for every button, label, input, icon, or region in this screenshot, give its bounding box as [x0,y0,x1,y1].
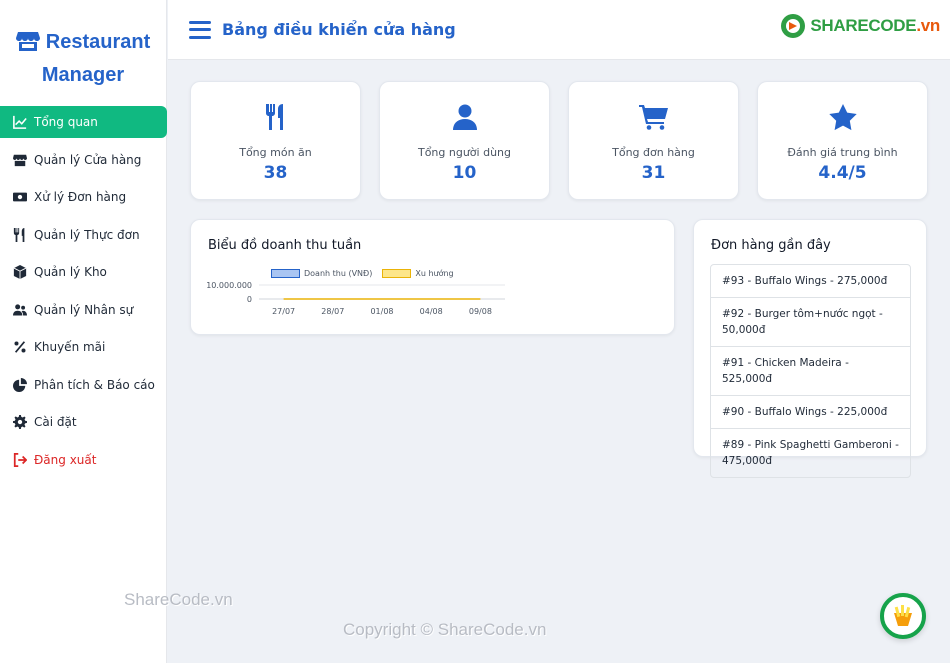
revenue-chart: 10.000.000 0 27/07 28/07 01/08 04/08 09/08 [206,281,505,316]
sidebar-item-label: Quản lý Thực đơn [34,227,140,242]
x-tick-label: 01/08 [370,307,393,316]
sidebar-item-label: Tổng quan [34,115,98,129]
watermark: ShareCode.vn [124,590,233,609]
y-tick-label: 0 [247,295,252,304]
fries-icon [894,605,912,626]
user-icon [380,102,549,132]
pie-chart-icon [12,377,28,393]
topbar: Bảng điều khiển cửa hàng SHARECODE.vn [168,0,950,60]
users-icon [12,302,28,318]
store-icon [15,30,40,56]
x-tick-label: 28/07 [321,307,344,316]
sidebar-item-pie-chart[interactable]: Phân tích & Báo cáo [0,369,167,401]
stat-label: Tổng người dùng [417,146,512,159]
order-list-item[interactable]: #91 - Chicken Madeira - 525,000đ [711,347,910,396]
x-tick-label: 04/08 [420,307,443,316]
cart-icon [569,102,738,132]
sidebar-item-label: Khuyến mãi [34,340,106,354]
utensils-icon [12,227,28,243]
stat-value: 4.4/5 [818,163,867,183]
stat-card-rating: Đánh giá trung bình 4.4/5 [757,81,928,200]
sharecode-logo-icon [781,14,806,38]
sidebar-item-box[interactable]: Quản lý Kho [0,256,167,288]
stat-value: 38 [263,163,288,183]
sidebar-item-label: Đăng xuất [34,452,97,467]
sidebar-item-chart-line[interactable]: Tổng quan [0,106,167,138]
sidebar-item-label: Quản lý Kho [34,265,107,279]
order-list-item[interactable]: #89 - Pink Spaghetti Gamberoni - 475,000… [711,429,910,477]
stat-value: 10 [452,163,477,183]
page-title: Bảng điều khiển cửa hàng [222,20,456,39]
brand-subtitle: Manager [41,64,125,86]
x-tick-label: 09/08 [469,307,492,316]
sidebar-item-label: Quản lý Nhân sự [34,302,134,317]
stat-label: Tổng đơn hàng [612,146,695,159]
gear-icon [12,414,28,430]
logout-icon [12,452,28,468]
stat-label: Tổng món ăn [239,146,312,159]
sidebar-item-money-bill[interactable]: Xử lý Đơn hàng [0,181,167,213]
order-list-item[interactable]: #92 - Burger tôm+nước ngọt - 50,000đ [711,298,910,347]
sidebar-item-label: Xử lý Đơn hàng [34,190,127,204]
stat-card-dishes: Tổng món ăn 38 [190,81,361,200]
store-icon [12,152,28,168]
sidebar-item-users[interactable]: Quản lý Nhân sự [0,294,167,326]
logo-text-code: CODE [868,16,917,35]
percent-icon [12,339,28,355]
y-tick-label: 10.000.000 [206,281,252,290]
floating-action-button[interactable] [880,593,926,639]
money-bill-icon [12,189,28,205]
sidebar-item-label: Cài đặt [34,415,77,429]
stat-card-users: Tổng người dùng 10 [379,81,550,200]
order-list-item[interactable]: #93 - Buffalo Wings - 275,000đ [711,265,910,298]
sidebar: Restaurant Manager Tổng quan Quản lý Cửa … [0,0,167,663]
recent-orders-card: Đơn hàng gần đây #93 - Buffalo Wings - 2… [693,219,927,478]
sidebar-item-label: Quản lý Cửa hàng [34,152,142,167]
sidebar-item-store[interactable]: Quản lý Cửa hàng [0,144,167,176]
sidebar-item-percent[interactable]: Khuyến mãi [0,331,167,363]
revenue-chart-card: Biểu đồ doanh thu tuần Doanh thu (VNĐ) X… [190,219,675,335]
order-list-item[interactable]: #90 - Buffalo Wings - 225,000đ [711,396,910,429]
chart-line-icon [12,114,28,130]
x-tick-label: 27/07 [272,307,295,316]
logo-text-domain: .vn [916,16,940,35]
stat-label: Đánh giá trung bình [787,146,898,159]
copyright-watermark: Copyright © ShareCode.vn [343,620,547,639]
sidebar-item-label: Phân tích & Báo cáo [34,377,155,392]
stat-value: 31 [641,163,666,183]
brand-title: Restaurant [45,31,151,53]
orders-title: Đơn hàng gần đây [711,238,831,253]
menu-toggle-icon[interactable] [189,20,211,39]
sidebar-item-logout[interactable]: Đăng xuất [0,444,167,476]
stat-card-orders: Tổng đơn hàng 31 [568,81,739,200]
sidebar-item-gear[interactable]: Cài đặt [0,406,167,438]
recent-orders-list: #93 - Buffalo Wings - 275,000đ #92 - Burg… [710,264,911,478]
box-icon [12,264,28,280]
sidebar-item-utensils[interactable]: Quản lý Thực đơn [0,219,167,251]
sharecode-logo[interactable]: SHARECODE.vn [779,12,940,40]
star-icon [758,102,927,132]
utensils-icon [191,102,360,132]
logo-text-share: SHARE [810,16,869,35]
brand: Restaurant Manager [0,0,166,100]
sidebar-nav: Tổng quan Quản lý Cửa hàng Xử lý Đơn hàng Q… [0,106,167,476]
